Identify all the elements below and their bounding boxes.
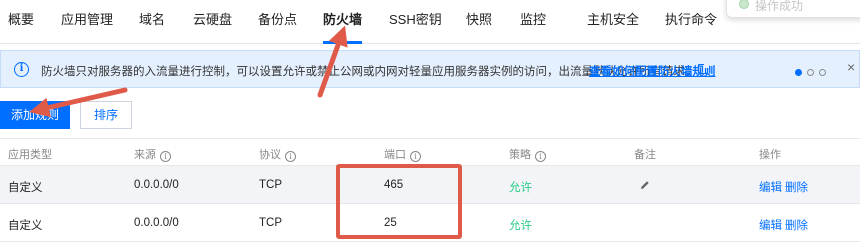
pager-dot-1[interactable] [795, 69, 802, 76]
header-protocol: 协议 i [259, 146, 296, 162]
tab-snapshot[interactable]: 快照 [466, 0, 492, 44]
help-icon[interactable]: i [160, 151, 171, 162]
toast-text: 操作成功 [755, 0, 804, 13]
tab-monitor[interactable]: 监控 [520, 0, 546, 44]
header-port-label: 端口 [384, 149, 406, 161]
cell-policy: 允许 [509, 182, 532, 194]
tab-backup[interactable]: 备份点 [258, 0, 297, 44]
info-icon: i [14, 62, 29, 77]
header-source: 来源 i [134, 146, 171, 162]
table-header: 应用类型 来源 i 协议 i 端口 i 策略 i 备注 操作 [0, 138, 860, 166]
tab-cloud-disk[interactable]: 云硬盘 [193, 0, 232, 44]
add-rule-button[interactable]: 添加规则 [0, 101, 70, 129]
cell-app-type: 自定义 [8, 182, 43, 194]
edit-remark-icon[interactable] [640, 180, 650, 190]
cell-protocol: TCP [259, 179, 282, 191]
header-policy: 策略 i [509, 146, 546, 162]
close-icon[interactable]: × [847, 59, 855, 75]
edit-link[interactable]: 编辑 [759, 217, 782, 233]
firewall-page: 概要 应用管理 域名 云硬盘 备份点 防火墙 SSH密钥 快照 监控 主机安全 … [0, 0, 860, 250]
header-source-label: 来源 [134, 149, 156, 161]
sort-button[interactable]: 排序 [80, 101, 132, 129]
tab-firewall[interactable]: 防火墙 [323, 0, 363, 44]
help-icon[interactable]: i [285, 151, 296, 162]
tab-run-command[interactable]: 执行命令 [665, 0, 717, 44]
annotation-highlight-box [336, 164, 462, 239]
header-port: 端口 i [384, 146, 421, 162]
cell-source: 0.0.0.0/0 [134, 217, 179, 229]
tab-app-management[interactable]: 应用管理 [61, 0, 113, 44]
header-app-type-label: 应用类型 [8, 149, 52, 161]
external-link-icon[interactable] [698, 63, 709, 74]
notice-pager [795, 65, 831, 79]
cell-app-type: 自定义 [8, 220, 43, 232]
header-policy-label: 策略 [509, 149, 531, 161]
info-notice: i 防火墙只对服务器的入流量进行控制，可以设置允许或禁止公网或内网对轻量应用服务… [0, 50, 860, 88]
edit-link[interactable]: 编辑 [759, 179, 782, 195]
delete-link[interactable]: 删除 [785, 217, 808, 233]
header-remark: 备注 [634, 149, 656, 161]
help-icon[interactable]: i [535, 151, 546, 162]
cell-source: 0.0.0.0/0 [134, 179, 179, 191]
header-protocol-label: 协议 [259, 149, 281, 161]
cell-policy: 允许 [509, 220, 532, 232]
tab-ssh-key[interactable]: SSH密钥 [389, 0, 442, 44]
success-icon [739, 0, 749, 9]
toast: 操作成功 [726, 0, 860, 18]
header-actions: 操作 [759, 149, 781, 161]
tab-bar: 概要 应用管理 域名 云硬盘 备份点 防火墙 SSH密钥 快照 监控 主机安全 … [0, 0, 860, 44]
delete-link[interactable]: 删除 [785, 179, 808, 195]
tab-overview[interactable]: 概要 [8, 0, 34, 44]
tab-domain[interactable]: 域名 [139, 0, 165, 44]
firewall-help-link[interactable]: 查看如何配置防火墙规则 [589, 63, 716, 79]
pager-dot-2[interactable] [807, 69, 814, 76]
pager-dot-3[interactable] [819, 69, 826, 76]
help-icon[interactable]: i [410, 151, 421, 162]
header-app-type: 应用类型 [8, 146, 52, 162]
tab-host-security[interactable]: 主机安全 [587, 0, 639, 44]
cell-protocol: TCP [259, 217, 282, 229]
